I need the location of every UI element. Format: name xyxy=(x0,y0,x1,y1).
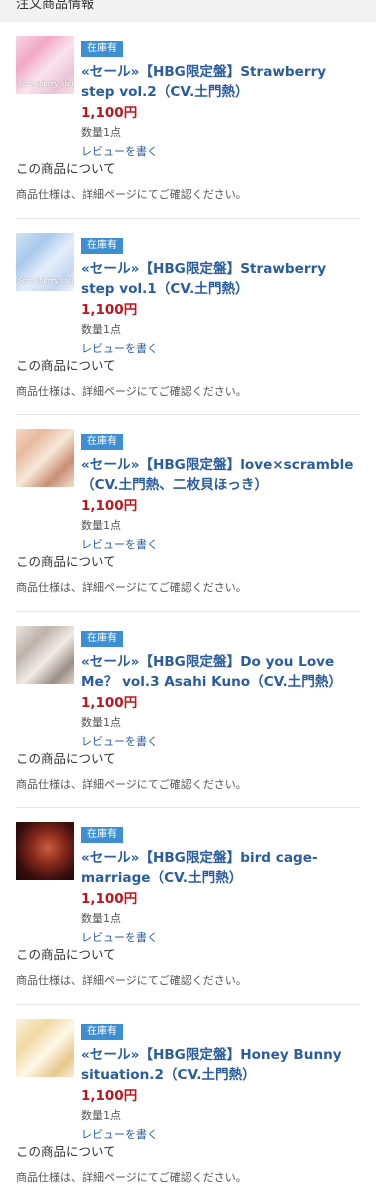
product-quantity: 数量1点 xyxy=(81,912,121,926)
stock-badge: 在庫有 xyxy=(81,1023,123,1040)
product-thumbnail[interactable]: Strawberry step xyxy=(16,232,74,291)
product-quantity: 数量1点 xyxy=(81,715,121,729)
product-thumbnail[interactable] xyxy=(16,625,74,684)
spec-note: 商品仕様は、詳細ページにてご確認ください。 xyxy=(16,1170,247,1184)
write-review-link[interactable]: レビューを書く xyxy=(81,342,158,356)
product-thumbnail[interactable] xyxy=(16,429,74,488)
order-item: Strawberry step 在庫有 «セール»【HBG限定盤】Strawbe… xyxy=(16,22,360,219)
product-price: 1,100円 xyxy=(81,301,138,318)
about-product-heading: この商品について xyxy=(16,357,116,373)
order-item-list: Strawberry step 在庫有 «セール»【HBG限定盤】Strawbe… xyxy=(0,22,376,1200)
stock-badge: 在庫有 xyxy=(81,237,123,254)
product-title-link[interactable]: «セール»【HBG限定盤】bird cage-marriage（CV.土門熱） xyxy=(81,848,360,888)
about-product-heading: この商品について xyxy=(16,161,116,176)
product-thumbnail[interactable] xyxy=(16,1018,74,1077)
product-title-link[interactable]: «セール»【HBG限定盤】Honey Bunny situation.2（CV.… xyxy=(81,1045,360,1085)
stock-badge: 在庫有 xyxy=(81,41,123,57)
order-item: 在庫有 «セール»【HBG限定盤】Honey Bunny situation.2… xyxy=(16,1005,360,1200)
thumbnail-cover-text: Strawberry step xyxy=(18,276,74,285)
thumbnail-cover-text: Strawberry step xyxy=(18,80,74,88)
product-title-link[interactable]: «セール»【HBG限定盤】Do you Love Me？ vol.3 Asahi… xyxy=(81,652,360,692)
order-item: 在庫有 «セール»【HBG限定盤】Do you Love Me？ vol.3 A… xyxy=(16,612,360,809)
product-price: 1,100円 xyxy=(81,891,138,908)
write-review-link[interactable]: レビューを書く xyxy=(81,735,158,749)
about-product-heading: この商品について xyxy=(16,947,116,963)
product-price: 1,100円 xyxy=(81,694,138,711)
spec-note: 商品仕様は、詳細ページにてご確認ください。 xyxy=(16,188,247,201)
write-review-link[interactable]: レビューを書く xyxy=(81,145,158,159)
spec-note: 商品仕様は、詳細ページにてご確認ください。 xyxy=(16,581,247,595)
section-title: 注文商品情報 xyxy=(16,0,95,12)
product-quantity: 数量1点 xyxy=(81,1108,121,1122)
product-price: 1,100円 xyxy=(81,1087,138,1104)
product-thumbnail[interactable]: Strawberry step xyxy=(16,36,74,94)
write-review-link[interactable]: レビューを書く xyxy=(81,538,158,552)
order-item: 在庫有 «セール»【HBG限定盤】bird cage-marriage（CV.土… xyxy=(16,808,360,1005)
product-quantity: 数量1点 xyxy=(81,519,121,533)
order-item: 在庫有 «セール»【HBG限定盤】love×scramble（CV.土門熱、二枚… xyxy=(16,415,360,612)
about-product-heading: この商品について xyxy=(16,750,116,766)
product-quantity: 数量1点 xyxy=(81,126,121,139)
product-quantity: 数量1点 xyxy=(81,322,121,336)
product-title-link[interactable]: «セール»【HBG限定盤】love×scramble（CV.土門熱、二枚貝ほっき… xyxy=(81,455,360,495)
spec-note: 商品仕様は、詳細ページにてご確認ください。 xyxy=(16,777,247,791)
write-review-link[interactable]: レビューを書く xyxy=(81,1128,158,1142)
product-thumbnail[interactable] xyxy=(16,822,74,881)
stock-badge: 在庫有 xyxy=(81,434,123,451)
about-product-heading: この商品について xyxy=(16,1143,116,1159)
stock-badge: 在庫有 xyxy=(81,827,123,844)
spec-note: 商品仕様は、詳細ページにてご確認ください。 xyxy=(16,974,247,988)
stock-badge: 在庫有 xyxy=(81,630,123,647)
product-title-link[interactable]: «セール»【HBG限定盤】Strawberry step vol.1（CV.土門… xyxy=(81,259,360,299)
product-price: 1,100円 xyxy=(81,498,138,515)
section-header: 注文商品情報 xyxy=(0,0,376,22)
order-item: Strawberry step 在庫有 «セール»【HBG限定盤】Strawbe… xyxy=(16,219,360,416)
product-price: 1,100円 xyxy=(81,105,138,121)
write-review-link[interactable]: レビューを書く xyxy=(81,931,158,945)
about-product-heading: この商品について xyxy=(16,554,116,570)
product-title-link[interactable]: «セール»【HBG限定盤】Strawberry step vol.2（CV.土門… xyxy=(81,62,360,102)
spec-note: 商品仕様は、詳細ページにてご確認ください。 xyxy=(16,384,247,398)
